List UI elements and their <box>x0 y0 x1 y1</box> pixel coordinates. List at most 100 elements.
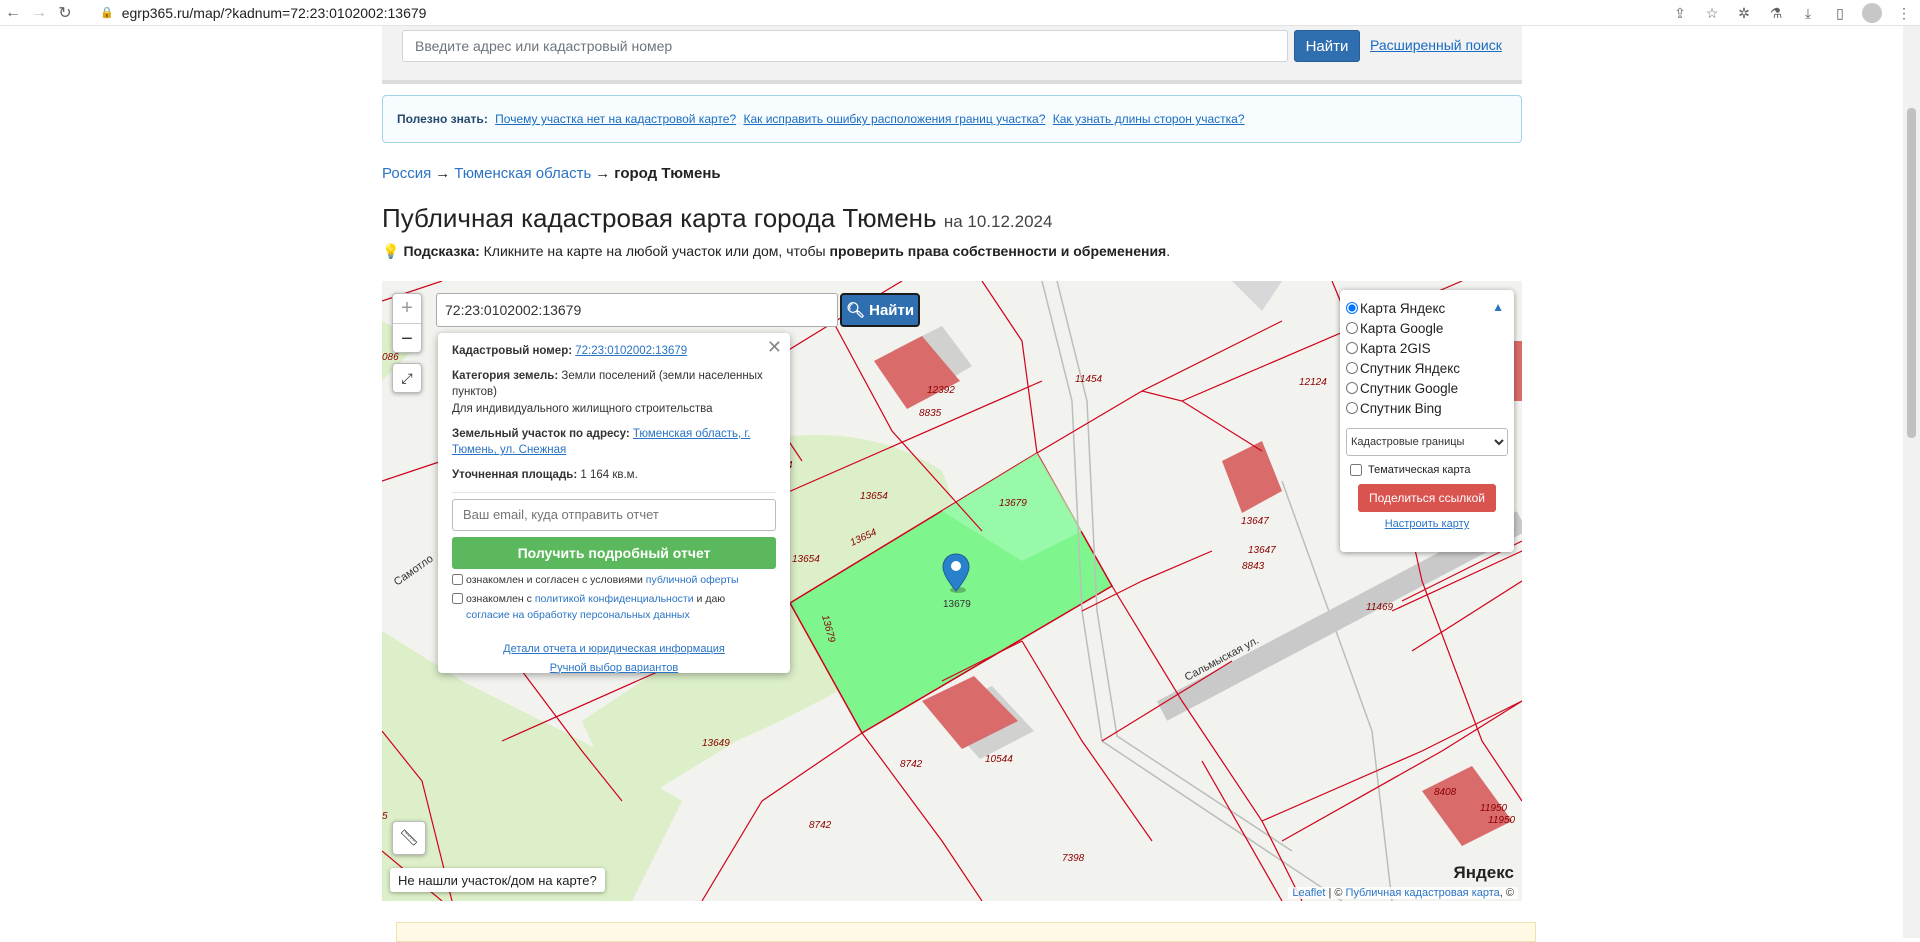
notice-box <box>396 922 1536 942</box>
thematic-checkbox[interactable] <box>1350 464 1362 476</box>
ruler-icon[interactable]: 📏︎ <box>392 821 426 855</box>
layer-option[interactable]: Карта Google <box>1346 318 1508 338</box>
hint-label: Подсказка: <box>403 243 480 259</box>
menu-icon[interactable]: ⋮ <box>1894 3 1914 23</box>
layer-radio[interactable] <box>1346 342 1358 354</box>
info-link-fix-error[interactable]: Как исправить ошибку расположения границ… <box>743 112 1045 126</box>
search-strip: Найти Расширенный поиск <box>382 26 1522 84</box>
breadcrumb: Россия → Тюменская область → город Тюмень <box>382 165 721 182</box>
parcel-label: 10544 <box>985 754 1013 765</box>
offer-link[interactable]: публичной оферты <box>646 574 739 586</box>
manual-select-link[interactable]: Ручной выбор вариантов <box>550 662 678 674</box>
consent-link[interactable]: согласие на обработку персональных данны… <box>466 609 690 621</box>
layer-label: Спутник Google <box>1360 380 1459 396</box>
popup-cat-label: Категория земель: <box>452 369 559 382</box>
layer-option[interactable]: Карта Яндекс <box>1346 298 1508 318</box>
share-link-button[interactable]: Поделиться ссылкой <box>1358 484 1496 512</box>
popup-area-value: 1 164 кв.м. <box>580 469 638 482</box>
agree-offer: ознакомлен и согласен с условиями публич… <box>452 573 776 589</box>
email-field[interactable] <box>452 498 776 531</box>
map-find-label: Найти <box>869 302 915 319</box>
leaflet-link[interactable]: Leaflet <box>1292 887 1325 899</box>
star-icon[interactable]: ☆ <box>1702 3 1722 23</box>
map-marker-icon[interactable] <box>942 553 970 593</box>
back-icon[interactable]: ← <box>0 0 26 26</box>
layer-radio[interactable] <box>1346 362 1358 374</box>
popup-cad-link[interactable]: 72:23:0102002:13679 <box>575 345 687 357</box>
building[interactable] <box>1222 441 1282 513</box>
overlay-select[interactable]: Кадастровые границы <box>1346 428 1508 456</box>
map-search-input[interactable] <box>436 293 838 327</box>
info-link-side-lengths[interactable]: Как узнать длины сторон участка? <box>1053 112 1245 126</box>
layer-radio[interactable] <box>1346 382 1358 394</box>
advanced-search-link[interactable]: Расширенный поиск <box>1370 37 1502 53</box>
chevron-up-icon[interactable]: ▲ <box>1492 300 1504 314</box>
search-button[interactable]: Найти <box>1294 30 1360 62</box>
parcel-label: 7398 <box>1062 853 1085 864</box>
breadcrumb-russia[interactable]: Россия <box>382 165 431 182</box>
layer-option[interactable]: Карта 2GIS <box>1346 338 1508 358</box>
breadcrumb-separator: → <box>435 165 451 182</box>
page-scrollbar[interactable] <box>1903 26 1920 938</box>
agree-privacy-checkbox[interactable] <box>452 593 463 605</box>
close-icon[interactable]: ✕ <box>767 337 782 358</box>
parcel-label: 8408 <box>1434 787 1457 798</box>
search-icon: 🔍︎ <box>845 302 865 319</box>
configure-map-link[interactable]: Настроить карту <box>1346 518 1508 530</box>
zoom-control: + − <box>392 293 422 353</box>
reload-icon[interactable]: ↻ <box>52 0 78 26</box>
report-details-link[interactable]: Детали отчета и юридическая информация <box>503 643 725 655</box>
zoom-out-button[interactable]: − <box>393 324 421 354</box>
parcel-label: 5 <box>382 811 388 822</box>
layer-option[interactable]: Спутник Bing <box>1346 398 1508 418</box>
address-search-input[interactable] <box>402 30 1288 62</box>
layer-option[interactable]: Спутник Google <box>1346 378 1508 398</box>
popup-links: Детали отчета и юридическая информация Р… <box>452 640 776 677</box>
popup-addr-label: Земельный участок по адресу: <box>452 427 630 440</box>
info-link-missing-parcel[interactable]: Почему участка нет на кадастровой карте? <box>495 112 736 126</box>
address-bar[interactable]: egrp365.ru/map/?kadnum=72:23:0102002:136… <box>122 5 427 21</box>
forward-icon[interactable]: → <box>26 0 52 26</box>
layer-label: Карта 2GIS <box>1360 340 1431 356</box>
get-report-button[interactable]: Получить подробный отчет <box>452 536 776 569</box>
layer-option[interactable]: Спутник Яндекс <box>1346 358 1508 378</box>
popup-area-row: Уточненная площадь: 1 164 кв.м. <box>452 467 776 484</box>
page-date: на 10.12.2024 <box>943 212 1053 231</box>
cadastral-map[interactable]: Сальмыская ул. Самотло 12392 8835 11454 … <box>382 281 1522 901</box>
layer-radio[interactable] <box>1346 322 1358 334</box>
thematic-map-toggle[interactable]: Тематическая карта <box>1346 464 1508 476</box>
layer-label: Карта Google <box>1360 320 1444 336</box>
breadcrumb-current: город Тюмень <box>614 165 721 182</box>
parcel-label: 13647 <box>1241 516 1269 527</box>
extensions-icon[interactable]: ✲ <box>1734 3 1754 23</box>
fullscreen-icon[interactable]: ⤢ <box>392 363 422 393</box>
agree-offer-checkbox[interactable] <box>452 573 463 585</box>
download-icon[interactable]: ⤓ <box>1798 3 1818 23</box>
profile-avatar[interactable] <box>1862 3 1882 23</box>
parcel-label: 12392 <box>927 385 955 396</box>
hint-text: Кликните на карте на любой участок или д… <box>483 243 826 259</box>
parcel-popup: ✕ Кадастровый номер: 72:23:0102002:13679… <box>438 333 790 674</box>
hint-line: 💡 Подсказка: Кликните на карте на любой у… <box>382 243 1170 260</box>
scrollbar-thumb[interactable] <box>1907 108 1916 438</box>
agree-offer-text: ознакомлен и согласен с условиями <box>466 573 643 586</box>
lab-icon[interactable]: ⚗ <box>1766 3 1786 23</box>
parcel-label: 8835 <box>919 408 942 419</box>
share-icon[interactable]: ⇪ <box>1670 3 1690 23</box>
layer-radio[interactable] <box>1346 302 1358 314</box>
parcel-label: 13647 <box>1248 545 1276 556</box>
parcel-label: 8742 <box>809 820 832 831</box>
not-found-button[interactable]: Не нашли участок/дом на карте? <box>390 868 605 892</box>
parcel-label: 11950 <box>1488 815 1516 826</box>
layer-label: Карта Яндекс <box>1360 300 1446 316</box>
layer-radio[interactable] <box>1346 402 1358 414</box>
breadcrumb-region[interactable]: Тюменская область <box>454 165 591 182</box>
parcel-label: 13654 <box>860 491 888 502</box>
parcel-label: 13649 <box>702 738 730 749</box>
privacy-link[interactable]: политикой конфиденциальности <box>535 593 694 605</box>
sidebar-icon[interactable]: ▯ <box>1830 3 1850 23</box>
parcel-label: 8843 <box>1242 561 1265 572</box>
cadastral-map-link[interactable]: Публичная кадастровая карта <box>1346 887 1500 899</box>
zoom-in-button[interactable]: + <box>393 294 421 324</box>
map-find-button[interactable]: 🔍︎ Найти <box>840 293 920 327</box>
